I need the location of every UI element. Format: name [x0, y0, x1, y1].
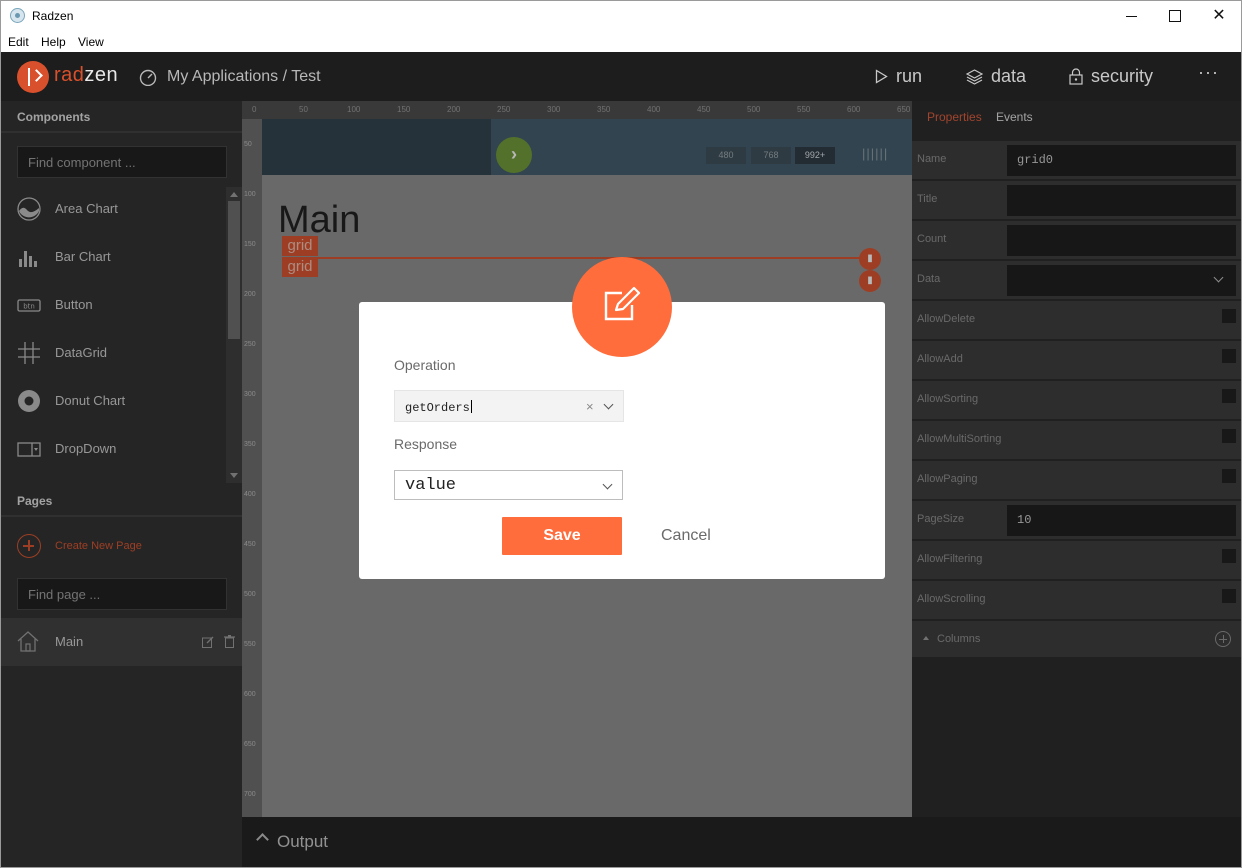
clear-icon[interactable]: ×: [586, 399, 594, 414]
edit-icon: [604, 286, 641, 321]
chevron-down-icon[interactable]: [602, 479, 613, 490]
lock-icon: [1069, 68, 1083, 85]
operation-value: getOrders: [405, 400, 472, 415]
close-icon[interactable]: ✕: [1196, 1, 1241, 31]
more-options-icon[interactable]: ···: [1198, 62, 1219, 83]
text-caret: [470, 400, 472, 413]
chevron-down-icon[interactable]: [603, 399, 614, 410]
edit-badge: [572, 257, 672, 357]
logo-text-left: rad: [54, 64, 85, 86]
app-window: Radzen ✕ Edit Help View radzen My Applic…: [0, 0, 1242, 868]
security-button[interactable]: security: [1069, 66, 1153, 87]
minimize-icon[interactable]: [1108, 1, 1154, 31]
data-button[interactable]: data: [966, 66, 1026, 87]
play-icon: [875, 69, 888, 84]
response-select[interactable]: value: [394, 470, 623, 500]
menu-help[interactable]: Help: [41, 35, 66, 49]
menu-view[interactable]: View: [78, 35, 104, 49]
security-label: security: [1091, 66, 1154, 86]
layers-icon: [966, 68, 983, 85]
app-icon: [10, 8, 25, 23]
maximize-icon[interactable]: [1152, 1, 1198, 31]
title-bar: Radzen ✕: [1, 1, 1241, 31]
response-label: Response: [394, 436, 458, 452]
operation-label: Operation: [394, 357, 456, 373]
window-title: Radzen: [32, 9, 74, 23]
data-label: data: [991, 66, 1027, 86]
save-button[interactable]: Save: [502, 517, 622, 555]
radzen-logo-text: radzen: [54, 64, 118, 87]
cancel-button[interactable]: Cancel: [661, 527, 711, 545]
run-label: run: [896, 66, 923, 86]
operation-value-text: getOrders: [405, 401, 470, 415]
app-header: radzen My Applications / Test run data s…: [1, 52, 1241, 101]
run-button[interactable]: run: [875, 66, 922, 87]
radzen-logo-icon: [17, 61, 49, 93]
menu-bar: Edit Help View: [1, 31, 1241, 52]
menu-edit[interactable]: Edit: [8, 35, 29, 49]
breadcrumb[interactable]: My Applications / Test: [167, 68, 321, 86]
response-value: value: [405, 476, 457, 495]
operation-select[interactable]: getOrders ×: [394, 390, 624, 422]
dashboard-gauge-icon[interactable]: [139, 68, 157, 86]
logo-text-right: zen: [84, 64, 119, 86]
